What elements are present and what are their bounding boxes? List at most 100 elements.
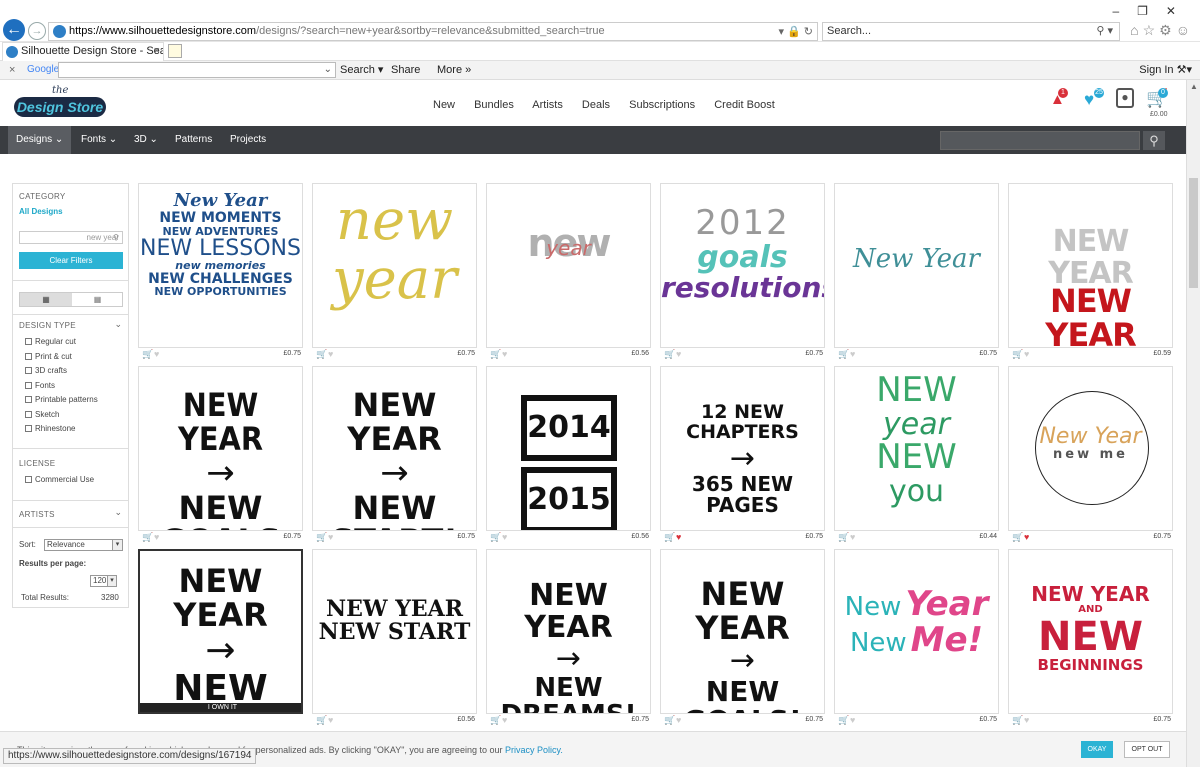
add-to-cart-icon[interactable]: 🛒 xyxy=(316,349,327,360)
add-to-cart-icon[interactable]: 🛒 xyxy=(142,349,153,360)
add-to-cart-icon[interactable]: 🛒 xyxy=(664,349,675,360)
favorite-heart-icon[interactable]: ♥ xyxy=(1024,349,1029,359)
design-image[interactable]: NEW YEAR→NEW DREAMS! xyxy=(486,549,651,714)
design-image[interactable]: New Year new me xyxy=(1008,366,1173,531)
design-image[interactable]: 12 NEW CHAPTERS → 365 NEW PAGES xyxy=(660,366,825,531)
nav-new[interactable]: New xyxy=(433,99,455,111)
favorite-heart-icon[interactable]: ♥ xyxy=(850,715,855,725)
scroll-thumb[interactable] xyxy=(1189,178,1198,288)
nav-bundles[interactable]: Bundles xyxy=(474,99,514,111)
add-to-cart-icon[interactable]: 🛒 xyxy=(1012,349,1023,360)
design-image[interactable]: NEW year NEW you xyxy=(834,366,999,531)
nav-artists[interactable]: Artists xyxy=(532,99,563,111)
chevron-down-icon[interactable]: ⌄ xyxy=(114,319,122,330)
design-card[interactable]: NEW YEAR→NEW MEI OWN IT xyxy=(138,549,303,725)
favorite-heart-icon[interactable]: ♥ xyxy=(502,532,507,542)
user-icon[interactable]: ● xyxy=(1116,88,1134,108)
add-to-cart-icon[interactable]: 🛒 xyxy=(490,715,501,726)
design-image[interactable]: NEW YEAR→NEW GOALS xyxy=(138,366,303,531)
design-image[interactable]: NEW YEAR AND NEW BEGINNINGS xyxy=(1008,549,1173,714)
design-image[interactable]: NEW YEAR NEW START xyxy=(312,549,477,714)
design-card[interactable]: NEW YEAR AND NEW BEGINNINGS 🛒 ♥ £0.75 xyxy=(1008,549,1173,725)
checkbox-commercial-use[interactable]: Commercial Use xyxy=(25,475,94,484)
checkbox-fonts[interactable]: Fonts xyxy=(25,381,55,390)
add-to-cart-icon[interactable]: 🛒 xyxy=(838,715,849,726)
design-card[interactable]: NEW YEAR→NEW GOALS🛒♥£0.75 xyxy=(138,366,303,542)
add-to-cart-icon[interactable]: 🛒 xyxy=(142,532,153,543)
add-to-cart-icon[interactable]: 🛒 xyxy=(490,532,501,543)
list-view-icon[interactable]: ▦ xyxy=(72,293,123,306)
favorite-heart-icon[interactable]: ♥ xyxy=(154,532,159,542)
page-scrollbar[interactable]: ▲ xyxy=(1186,80,1200,767)
design-card[interactable]: New Year NEW MOMENTS NEW ADVENTURES NEW LES… xyxy=(138,183,303,359)
clear-filters-button[interactable]: Clear Filters xyxy=(19,252,123,269)
nav-subscriptions[interactable]: Subscriptions xyxy=(629,99,695,111)
favorite-heart-icon[interactable]: ♥ xyxy=(502,715,507,725)
site-search-input[interactable] xyxy=(940,131,1140,150)
results-per-page-select[interactable]: ▾ 120 xyxy=(90,575,117,587)
opt-out-button[interactable]: OPT OUT xyxy=(1124,741,1170,758)
nav-deals[interactable]: Deals xyxy=(582,99,610,111)
category-fonts[interactable]: Fonts ⌄ xyxy=(73,126,125,154)
favorite-heart-icon[interactable]: ♥ xyxy=(1024,715,1029,725)
design-card[interactable]: 12 NEW CHAPTERS → 365 NEW PAGES 🛒 ♥ £0.75 xyxy=(660,366,825,542)
favorite-heart-icon[interactable]: ♥ xyxy=(1024,532,1029,542)
url-field[interactable]: https://www.silhouettedesignstore.com/de… xyxy=(48,22,818,41)
design-image[interactable]: NEW YEAR NEW YEAR xyxy=(1008,183,1173,348)
checkbox-regular-cut[interactable]: Regular cut xyxy=(25,337,76,346)
nav-credit-boost[interactable]: Credit Boost xyxy=(714,99,775,111)
checkbox-rhinestone[interactable]: Rhinestone xyxy=(25,424,75,433)
sort-select[interactable]: ▾ Relevance xyxy=(44,539,123,551)
lock-refresh-icon[interactable]: ▾ 🔒 ↻ xyxy=(778,24,813,40)
home-star-gear-icons[interactable]: ⌂☆⚙☺ xyxy=(1130,22,1194,39)
search-icon[interactable]: ⚲ xyxy=(1143,131,1165,150)
design-card[interactable]: new year 🛒 ♥ £0.75 xyxy=(312,183,477,359)
close-tab-icon[interactable]: × xyxy=(154,43,160,60)
design-card[interactable]: NEW YEAR→NEW START!🛒♥£0.75 xyxy=(312,366,477,542)
design-card[interactable]: NEW YEAR→NEW GOALS!🛒♥£0.75 xyxy=(660,549,825,725)
design-image[interactable]: NEW YEAR→NEW GOALS! xyxy=(660,549,825,714)
add-to-cart-icon[interactable]: 🛒 xyxy=(1012,715,1023,726)
google-search-input[interactable]: ⌄ xyxy=(58,62,336,78)
okay-button[interactable]: OKAY xyxy=(1081,741,1113,758)
favorite-heart-icon[interactable]: ♥ xyxy=(154,349,159,359)
search-icon[interactable]: ⚲ ▾ xyxy=(1096,23,1113,40)
close-toolbar-icon[interactable]: × xyxy=(9,61,15,79)
add-to-cart-icon[interactable]: 🛒 xyxy=(664,715,675,726)
category-designs[interactable]: Designs ⌄ xyxy=(8,126,72,154)
add-to-cart-icon[interactable]: 🛒 xyxy=(664,532,675,543)
favorite-heart-icon[interactable]: ♥ xyxy=(328,532,333,542)
design-card[interactable]: 2012 goals resolutions 🛒 ♥ £0.75 xyxy=(660,183,825,359)
design-card[interactable]: New Year new me 🛒 ♥ £0.75 xyxy=(1008,366,1173,542)
favorite-heart-icon[interactable]: ♥ xyxy=(328,349,333,359)
toolbar-more-button[interactable]: More » xyxy=(437,61,471,79)
forward-button[interactable]: → xyxy=(28,22,46,40)
tab-active[interactable]: Silhouette Design Store - Sea... × xyxy=(2,42,164,61)
design-card[interactable]: NEW YEAR→NEW DREAMS!🛒♥ £0.75 xyxy=(486,549,651,725)
new-tab-button[interactable] xyxy=(168,44,182,58)
design-image[interactable]: New Year NEW MOMENTS NEW ADVENTURES NEW LES… xyxy=(138,183,303,348)
grid-view-icon[interactable]: ▦ xyxy=(20,293,72,306)
design-card[interactable]: New Year New Me! 🛒 ♥ £0.75 xyxy=(834,549,999,725)
add-to-cart-icon[interactable]: 🛒 xyxy=(838,349,849,360)
design-image[interactable]: new year xyxy=(486,183,651,348)
favorite-heart-icon[interactable]: ♥ xyxy=(676,349,681,359)
category-projects[interactable]: Projects xyxy=(222,126,274,154)
add-to-cart-icon[interactable]: 🛒 xyxy=(1012,532,1023,543)
design-image[interactable]: 2014 2015 xyxy=(486,366,651,531)
design-card[interactable]: NEW year NEW you 🛒 ♥ £0.44 xyxy=(834,366,999,542)
favorite-heart-icon[interactable]: ♥ xyxy=(502,349,507,359)
design-image[interactable]: New Year New Me! xyxy=(834,549,999,714)
favorite-heart-icon[interactable]: ♥ xyxy=(850,532,855,542)
add-to-cart-icon[interactable]: 🛒 xyxy=(838,532,849,543)
toolbar-share-button[interactable]: Share xyxy=(391,61,420,79)
design-image[interactable]: 2012 goals resolutions xyxy=(660,183,825,348)
design-card[interactable]: 2014 2015 🛒 ♥ £0.56 xyxy=(486,366,651,542)
chevron-down-icon[interactable]: ⌄ xyxy=(114,507,122,518)
design-image[interactable]: NEW YEAR→NEW START! xyxy=(312,366,477,531)
favorite-heart-icon[interactable]: ♥ xyxy=(676,532,681,542)
back-button[interactable]: ← xyxy=(3,19,25,41)
design-card[interactable]: NEW YEAR NEW START 🛒 ♥ £0.56 xyxy=(312,549,477,725)
checkbox-printable-patterns[interactable]: Printable patterns xyxy=(25,395,98,404)
category-3d[interactable]: 3D ⌄ xyxy=(126,126,166,154)
